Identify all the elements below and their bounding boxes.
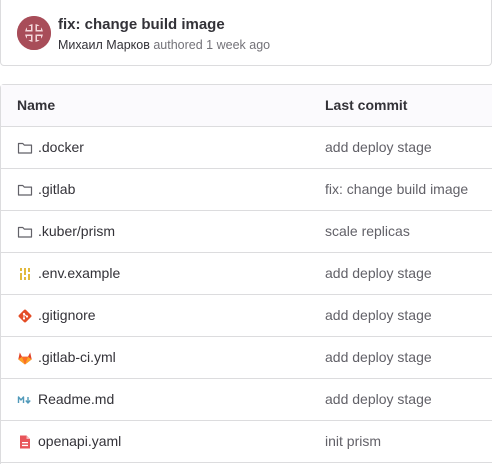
file-name-link[interactable]: .gitlab-ci.yml: [38, 349, 116, 365]
file-name-link[interactable]: openapi.yaml: [38, 433, 121, 449]
commit-title-link[interactable]: fix: change build image: [58, 16, 225, 33]
identicon-icon: [17, 16, 51, 50]
file-name-link[interactable]: Readme.md: [38, 391, 114, 407]
commit-author-link[interactable]: Михаил Марков: [58, 38, 150, 52]
folder-icon: [17, 184, 33, 196]
last-commit-link[interactable]: add deploy stage: [325, 139, 432, 155]
last-commit-link[interactable]: add deploy stage: [325, 265, 432, 281]
last-commit-link[interactable]: add deploy stage: [325, 349, 432, 365]
avatar[interactable]: [17, 16, 51, 50]
file-name-link[interactable]: .env.example: [38, 265, 120, 281]
last-commit-link[interactable]: fix: change build image: [325, 181, 468, 197]
file-name-link[interactable]: .kuber/prism: [38, 223, 115, 239]
table-row[interactable]: openapi.yaml init prism: [1, 421, 492, 463]
last-commit-link[interactable]: init prism: [325, 433, 381, 449]
table-row[interactable]: .gitlab-ci.yml add deploy stage: [1, 337, 492, 379]
table-row[interactable]: Readme.md add deploy stage: [1, 379, 492, 421]
last-commit-link[interactable]: add deploy stage: [325, 391, 432, 407]
table-header: Name Last commit: [1, 85, 492, 127]
table-row[interactable]: .gitignore add deploy stage: [1, 295, 492, 337]
git-icon: [18, 309, 32, 323]
last-commit-link[interactable]: add deploy stage: [325, 307, 432, 323]
column-header-name: Name: [17, 97, 56, 113]
gitlab-icon: [18, 352, 32, 365]
table-row[interactable]: .gitlab fix: change build image: [1, 169, 492, 211]
commit-meta: Михаил Марков authored 1 week ago: [58, 38, 270, 52]
table-row[interactable]: .docker add deploy stage: [1, 127, 492, 169]
table-row[interactable]: .kuber/prism scale replicas: [1, 211, 492, 253]
yaml-file-icon: [20, 435, 30, 449]
commit-meta-text: authored 1 week ago: [149, 38, 271, 52]
last-commit-link[interactable]: scale replicas: [325, 223, 410, 239]
file-name-link[interactable]: .docker: [38, 139, 84, 155]
file-tree-table: Name Last commit .docker add deploy stag…: [0, 84, 492, 464]
folder-icon: [17, 142, 33, 154]
column-header-last-commit: Last commit: [325, 97, 408, 113]
folder-icon: [17, 226, 33, 238]
table-row[interactable]: .env.example add deploy stage: [1, 253, 492, 295]
env-file-icon: [19, 268, 31, 280]
markdown-icon: [17, 396, 31, 404]
file-name-link[interactable]: .gitlab: [38, 181, 75, 197]
file-name-link[interactable]: .gitignore: [38, 307, 96, 323]
commit-card: fix: change build image Михаил Марков au…: [0, 0, 492, 66]
